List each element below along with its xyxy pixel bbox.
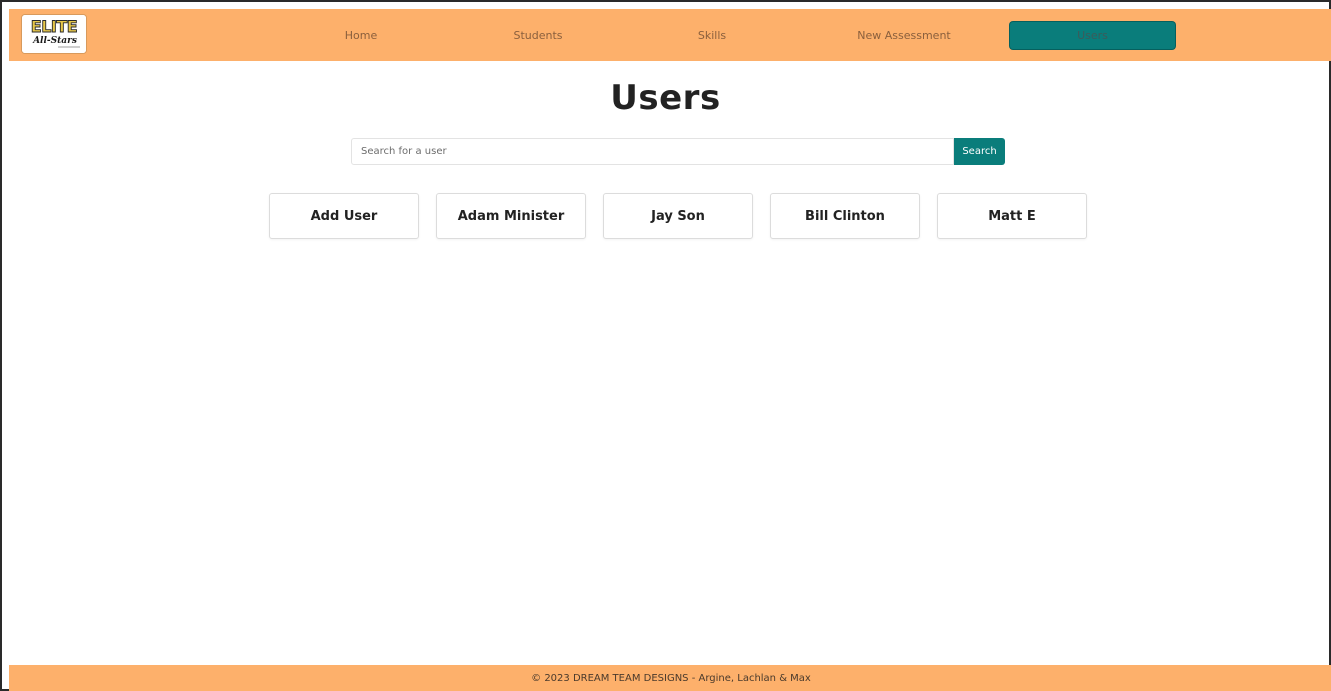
nav-home[interactable]: Home bbox=[336, 22, 386, 49]
add-user-button[interactable]: Add User bbox=[269, 193, 419, 239]
user-card[interactable]: Adam Minister bbox=[436, 193, 586, 239]
navbar: ELITE All-Stars Home Students Skills New… bbox=[9, 9, 1331, 61]
page-title: Users bbox=[610, 78, 721, 118]
elite-logo-icon: ELITE All-Stars bbox=[22, 15, 86, 53]
app-window: ELITE All-Stars Home Students Skills New… bbox=[0, 0, 1331, 691]
nav-users-active[interactable]: Users bbox=[1010, 22, 1175, 49]
user-card[interactable]: Jay Son bbox=[603, 193, 753, 239]
nav-students[interactable]: Students bbox=[503, 22, 573, 49]
footer: © 2023 DREAM TEAM DESIGNS - Argine, Lach… bbox=[9, 665, 1331, 691]
svg-text:ELITE: ELITE bbox=[31, 17, 77, 36]
search-button[interactable]: Search bbox=[954, 138, 1005, 165]
search-input[interactable] bbox=[351, 138, 954, 165]
nav-skills[interactable]: Skills bbox=[687, 22, 737, 49]
elite-all-stars-logo[interactable]: ELITE All-Stars bbox=[22, 15, 86, 53]
user-card[interactable]: Matt E bbox=[937, 193, 1087, 239]
footer-copyright: © 2023 DREAM TEAM DESIGNS - Argine, Lach… bbox=[531, 673, 811, 684]
search-bar: Search bbox=[351, 138, 1005, 165]
svg-text:All-Stars: All-Stars bbox=[32, 36, 77, 46]
nav-new-assessment[interactable]: New Assessment bbox=[849, 22, 959, 49]
user-card[interactable]: Bill Clinton bbox=[770, 193, 920, 239]
